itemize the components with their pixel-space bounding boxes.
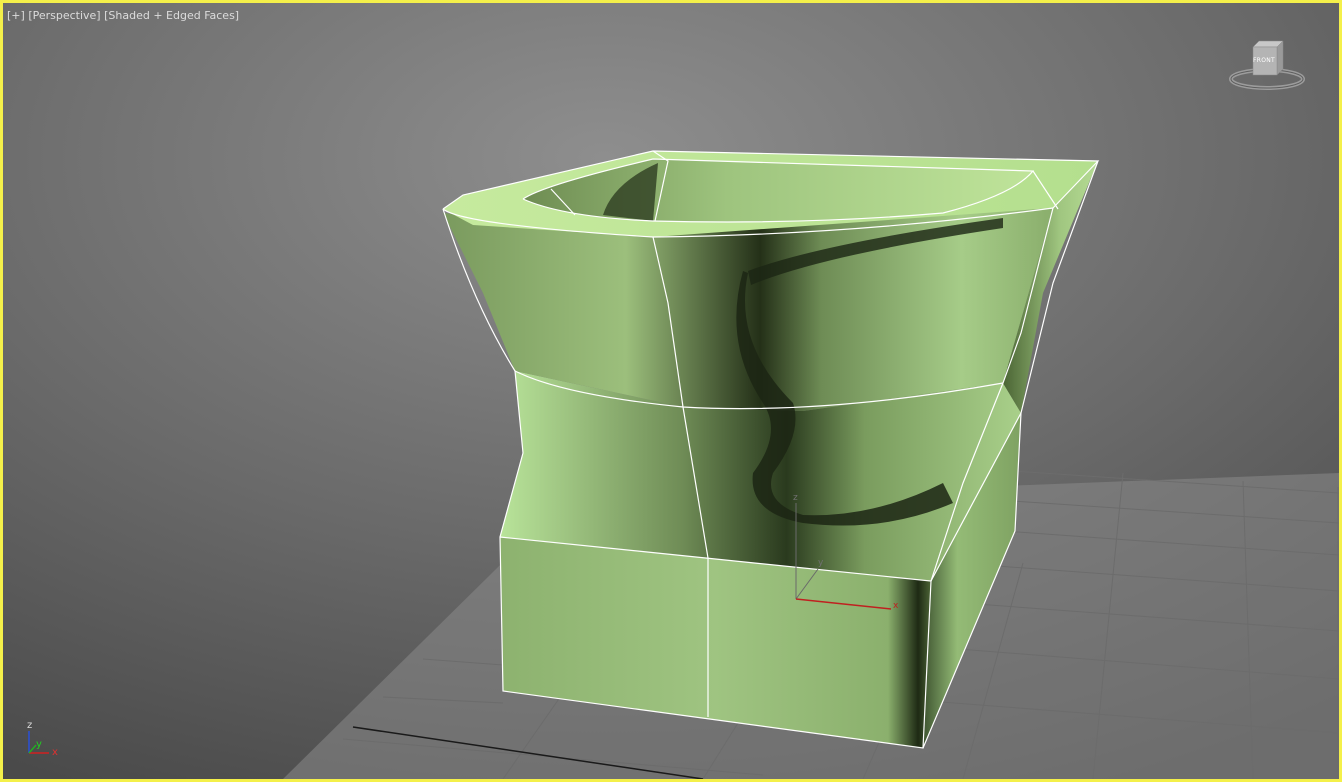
viewport-label: [+] [Perspective] [Shaded + Edged Faces] [7, 9, 239, 22]
viewport-general-menu[interactable]: [+] [7, 9, 25, 22]
gizmo-y-label: y [818, 558, 824, 568]
viewport-point-of-view-menu[interactable]: [Perspective] [28, 9, 100, 22]
world-axis-y: y [36, 739, 42, 750]
viewcube[interactable]: FRONT [1229, 39, 1307, 95]
perspective-viewport[interactable]: z y x z y x [+] [Perspective] [Shaded + … [0, 0, 1342, 782]
gizmo-z-label: z [793, 493, 798, 503]
viewcube-front-label[interactable]: FRONT [1253, 57, 1275, 64]
viewport-shading-menu[interactable]: [Shaded + Edged Faces] [104, 9, 239, 22]
viewcube-icon [1229, 40, 1305, 90]
world-axis-x: x [52, 747, 58, 758]
world-axis-z: z [27, 720, 32, 731]
scene-canvas[interactable]: z y x z y x [3, 3, 1339, 779]
gizmo-x-label: x [893, 601, 899, 611]
